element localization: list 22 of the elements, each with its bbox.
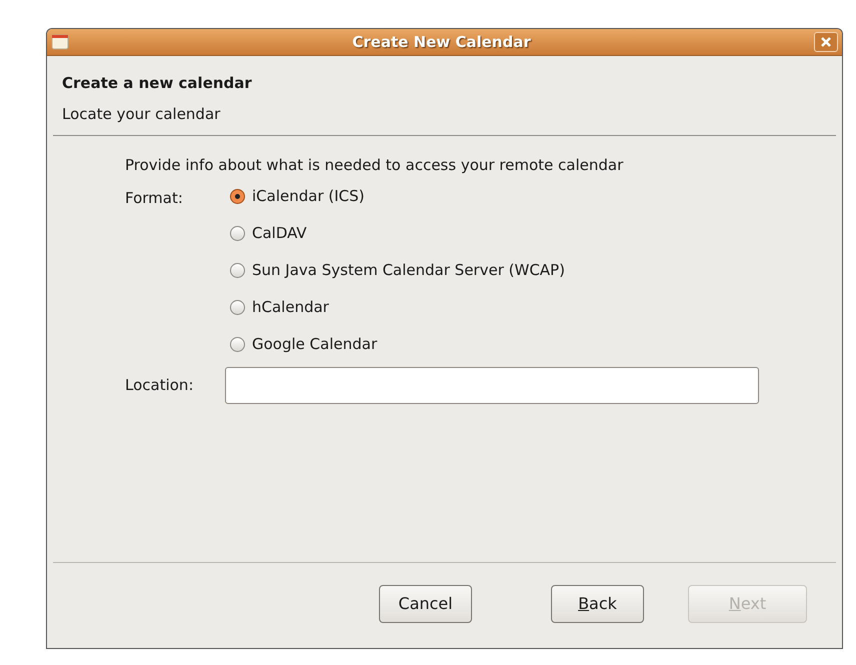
dialog-button[interactable]: Cancel — [379, 584, 472, 622]
format-radio[interactable]: CalDAV — [230, 224, 565, 244]
format-radio[interactable]: Google Calendar — [230, 334, 565, 354]
radio-icon — [230, 337, 245, 352]
dialog-button[interactable]: Back — [551, 584, 644, 622]
format-label: Format: — [125, 188, 184, 208]
intro-text: Provide info about what is needed to access your remote calendar — [125, 155, 624, 176]
radio-icon — [230, 300, 245, 315]
radio-icon — [230, 263, 245, 278]
close-icon — [821, 37, 831, 47]
location-label: Location: — [125, 374, 194, 396]
page-subtitle: Locate your calendar — [62, 104, 222, 124]
calendar-icon — [51, 34, 69, 50]
location-field[interactable] — [225, 366, 759, 404]
radio-icon — [230, 189, 245, 204]
page-title: Create a new calendar — [62, 73, 253, 94]
close-button[interactable] — [814, 32, 838, 52]
window-title: Create New Calendar — [351, 32, 532, 53]
format-radio[interactable]: hCalendar — [230, 298, 565, 318]
format-radio[interactable]: iCalendar (ICS) — [230, 186, 565, 206]
radio-icon — [230, 226, 245, 241]
format-radio[interactable]: Sun Java System Calendar Server (WCAP) — [230, 260, 565, 280]
